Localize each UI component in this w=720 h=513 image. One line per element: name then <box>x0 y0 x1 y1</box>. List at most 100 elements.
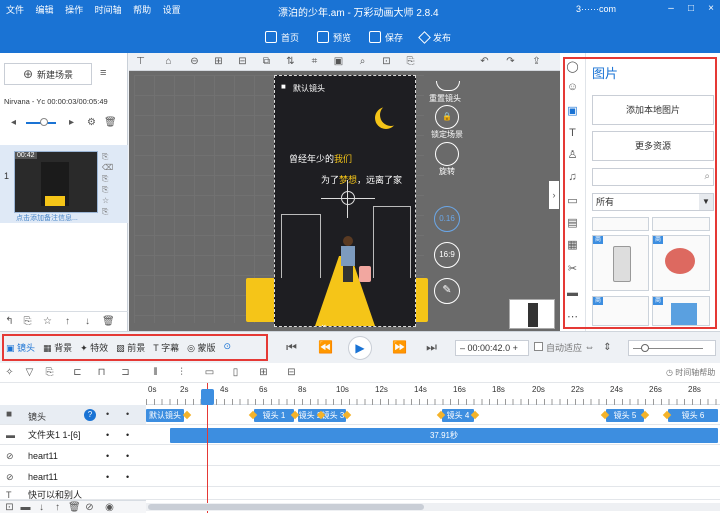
home-view-icon[interactable]: ⌂ <box>163 56 174 67</box>
time-field[interactable]: – 00:00:42.0 + <box>455 340 529 356</box>
keyframe-diamond[interactable] <box>182 410 192 420</box>
more-icon[interactable]: ⋯ <box>566 311 579 324</box>
volume-handle[interactable] <box>40 118 48 126</box>
lock-dot[interactable]: • <box>126 446 129 466</box>
track-visible-icon[interactable]: ◉ <box>104 502 115 513</box>
account-label[interactable]: 3······com <box>576 4 616 14</box>
track-up-icon[interactable]: ↑ <box>52 502 63 513</box>
align-center-icon[interactable]: ⊓ <box>96 367 107 378</box>
minimize-icon[interactable]: – <box>666 4 676 14</box>
timeline-help-link[interactable]: ◷ 时间轴帮助 <box>666 367 715 378</box>
add-local-image-button[interactable]: 添加本地图片 <box>592 95 714 125</box>
same-width-icon[interactable]: ▭ <box>204 367 215 378</box>
phone-frame[interactable]: ■ 默认镜头 曾经年少的我们 为了梦想，远离了家 <box>274 75 416 327</box>
folder-icon[interactable]: ▬ <box>566 287 579 300</box>
time-plus-icon[interactable]: + <box>513 343 518 353</box>
next-frame-icon[interactable]: ⏩ <box>392 341 407 353</box>
fit-width-icon[interactable]: ⇔ <box>584 342 595 353</box>
save-button[interactable]: 保存 <box>369 26 403 48</box>
heart-track-2[interactable] <box>146 467 720 487</box>
to-start-icon[interactable]: ⏮ <box>286 341 297 353</box>
lock-scene[interactable]: 🔒 锁定场景 <box>430 105 464 140</box>
undo-icon[interactable]: ↶ <box>479 56 490 67</box>
zoom-out-icon[interactable]: ⊖ <box>189 56 200 67</box>
timeline-copy-icon[interactable]: ⎘ <box>44 367 55 378</box>
aspect-ratio-button[interactable]: 16:9 <box>434 242 460 268</box>
track-delete-icon[interactable]: 🗑 <box>68 502 81 513</box>
image-item-2[interactable] <box>652 217 710 231</box>
home-button[interactable]: 首页 <box>265 26 299 48</box>
lock-dot[interactable]: • <box>126 409 129 419</box>
play-button[interactable]: ▶ <box>348 336 372 360</box>
chart-icon[interactable]: ▤ <box>566 217 579 230</box>
same-height-icon[interactable]: ▯ <box>230 367 241 378</box>
camera-clip-5[interactable]: 镜头 5 <box>606 409 644 422</box>
track-lock-icon[interactable]: ⊘ <box>84 502 95 513</box>
sort-icon[interactable]: ≡ <box>100 67 116 81</box>
video-icon[interactable]: ▦ <box>566 239 579 252</box>
visible-dot[interactable]: • <box>106 409 109 419</box>
scene-delete-icon[interactable]: 🗑 <box>102 316 115 327</box>
move-up-icon[interactable]: ↑ <box>62 316 73 327</box>
lock-tool-icon[interactable]: ⊡ <box>381 56 392 67</box>
image-item-4[interactable]: 商 <box>652 296 710 326</box>
folder-duration-bar[interactable]: 37.91秒 <box>170 428 718 443</box>
scene-thumbnail[interactable]: 00:42 <box>14 151 98 213</box>
add-keyframe-icon[interactable]: ✧ <box>4 367 15 378</box>
expand-right-icon[interactable]: › <box>549 181 559 209</box>
track-down-icon[interactable]: ↓ <box>36 502 47 513</box>
track-label-heart-2[interactable]: ⊘ heart11 • • <box>0 467 146 487</box>
rotate-control[interactable]: 旋转 <box>432 142 462 177</box>
fit-height-icon[interactable]: ⇕ <box>602 342 613 353</box>
new-scene-button[interactable]: ⊕ 新建场景 <box>4 63 92 85</box>
scene-item[interactable]: 1 00:42 点击添加备注信息... ⎘ ⌫ ⎘ ⎘ ☆ ⎘ <box>0 145 128 223</box>
menu-file[interactable]: 文件 <box>6 0 24 20</box>
flip-icon[interactable]: ⇅ <box>285 56 296 67</box>
scene-copy-icon[interactable]: ⎘ <box>22 316 33 327</box>
prev-frame-icon[interactable]: ⏪ <box>318 341 333 353</box>
mini-navigator[interactable] <box>509 299 555 329</box>
lock-dot[interactable]: • <box>126 425 129 445</box>
visible-dot[interactable]: • <box>106 425 109 445</box>
bubble-icon[interactable]: ▭ <box>566 195 579 208</box>
visible-dot[interactable]: • <box>106 467 109 487</box>
redo-icon[interactable]: ↷ <box>505 56 516 67</box>
crop-icon[interactable]: ⌗ <box>309 56 320 67</box>
tab-background[interactable]: ▦ 背景 <box>43 341 72 354</box>
close-icon[interactable]: × <box>706 4 716 14</box>
scene-actions[interactable]: ⎘ ⌫ ⎘ ⎘ ☆ ⎘ <box>102 151 113 217</box>
move-down-icon[interactable]: ↓ <box>82 316 93 327</box>
preview-button[interactable]: 预览 <box>317 26 351 48</box>
camera-clip-4[interactable]: 镜头 4 <box>442 409 474 422</box>
reset-camera[interactable]: 重置镜头 <box>429 81 462 104</box>
align-right-icon[interactable]: ⊐ <box>120 367 131 378</box>
time-minus-icon[interactable]: – <box>460 343 465 353</box>
menu-edit[interactable]: 编辑 <box>36 0 54 20</box>
shape-icon[interactable]: ◯ <box>566 61 579 74</box>
track-label-heart-1[interactable]: ⊘ heart11 • • <box>0 446 146 466</box>
more-resources-button[interactable]: 更多资源 <box>592 131 714 161</box>
scrollbar-thumb[interactable] <box>148 504 424 510</box>
track-folder-icon[interactable]: ▬ <box>20 502 31 513</box>
category-select[interactable]: 所有 ▼ <box>592 193 714 211</box>
camera-clip-6[interactable]: 镜头 6 <box>668 409 718 422</box>
align-left-icon[interactable]: ⊏ <box>72 367 83 378</box>
star-icon[interactable]: ☆ <box>42 316 53 327</box>
camera-clip-default[interactable]: 默认镜头 <box>146 409 184 422</box>
canvas-area[interactable]: ■ 默认镜头 曾经年少的我们 为了梦想，远离了家 重置镜头 🔒 锁定场景 旋转 … <box>129 53 560 331</box>
track-label-text[interactable]: T 快可以和别人 <box>0 488 146 500</box>
time-ruler[interactable]: 0s 2s 4s 6s 8s 10s 12s 14s 16s 18s 20s 2… <box>146 383 720 405</box>
tab-foreground[interactable]: ▨ 前景 <box>116 341 145 354</box>
settings-icon[interactable]: ⚙ <box>86 117 97 128</box>
grid-icon[interactable]: ⊞ <box>213 56 224 67</box>
visible-dot[interactable]: • <box>106 446 109 466</box>
volume-up-icon[interactable]: ▸ <box>66 117 77 128</box>
image-icon[interactable]: ▣ <box>566 105 579 118</box>
heart-track-1[interactable] <box>146 446 720 466</box>
tab-effects[interactable]: ✦ 特效 <box>80 341 108 354</box>
layer-icon[interactable]: ⧉ <box>261 56 272 67</box>
menu-settings[interactable]: 设置 <box>163 0 181 20</box>
add-track-icon[interactable]: ⊡ <box>4 502 15 513</box>
menu-timeline[interactable]: 时间轴 <box>95 0 122 20</box>
grid-snap-icon[interactable]: ⊞ <box>258 367 269 378</box>
